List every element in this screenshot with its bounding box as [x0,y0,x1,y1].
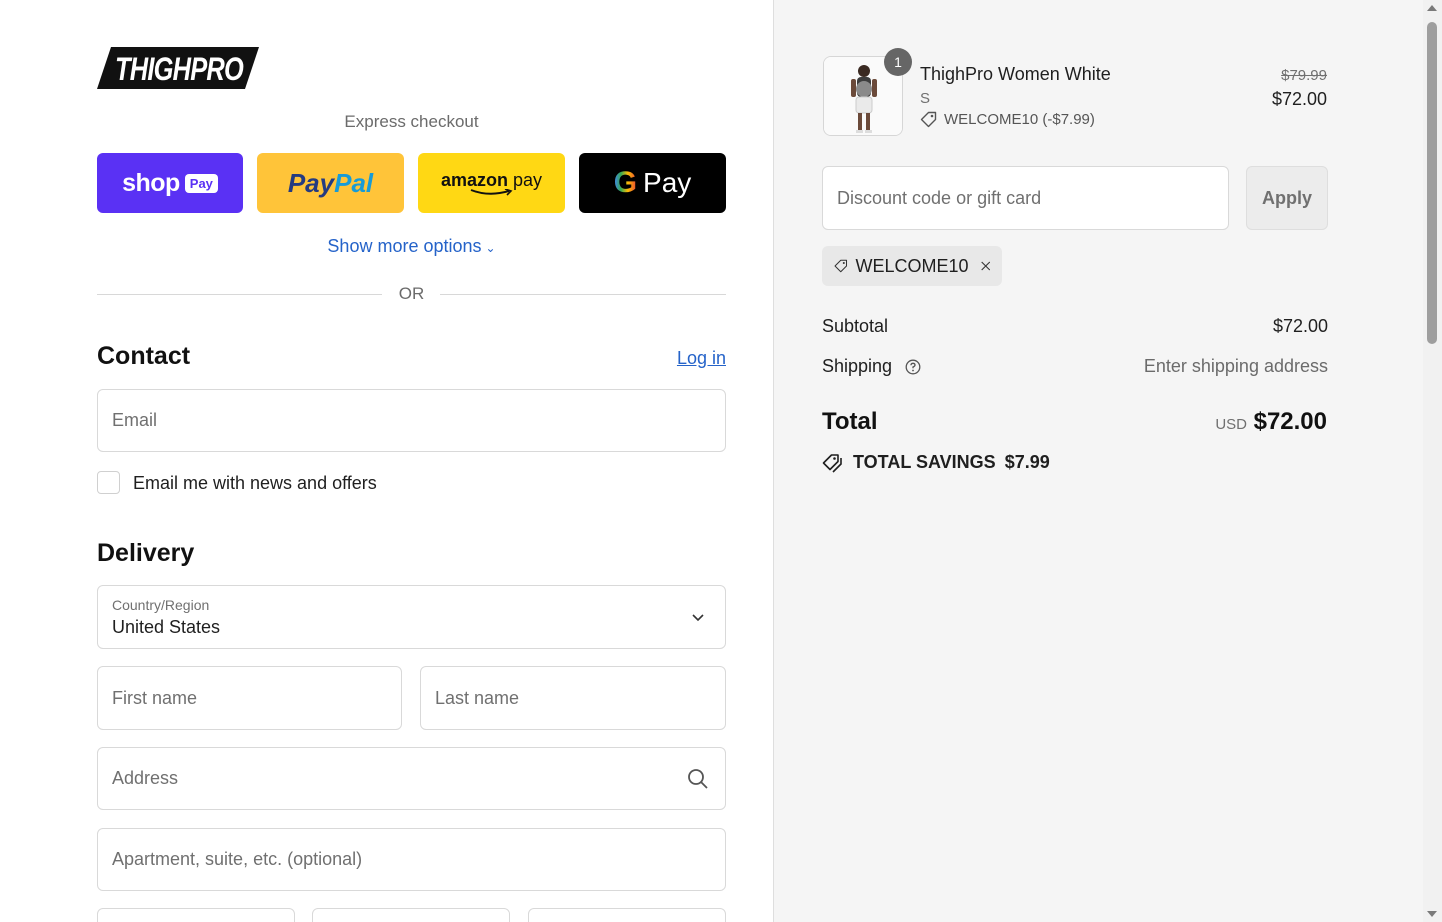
country-select[interactable]: Country/Region United States [97,585,726,649]
subtotal-row: Subtotal $72.00 [822,316,1328,337]
google-pay-button[interactable]: G Pay [579,153,726,213]
original-price: $79.99 [1281,67,1327,84]
express-checkout-label: Express checkout [344,112,479,131]
divider-line [440,294,726,295]
paypal-wordmark: PayPal [287,167,374,198]
svg-text:THIGHPRO: THIGHPRO [115,51,244,87]
total-value: $72.00 [1253,408,1327,435]
applied-discount-chip: WELCOME10 [822,246,1002,286]
email-input[interactable] [98,390,725,451]
email-field[interactable] [97,389,726,452]
page-scrollbar[interactable] [1423,0,1442,922]
discounted-price: $72.00 [1271,89,1327,109]
scroll-up-arrow-icon[interactable] [1427,5,1437,11]
tags-icon [822,453,842,473]
show-more-options-link[interactable]: Show more options ⌄ [97,236,726,257]
tag-icon [834,259,848,273]
total-currency: USD [1215,416,1247,433]
product-discount: WELCOME10 (-$7.99) [920,111,1095,128]
newsletter-label[interactable]: Email me with news and offers [133,473,377,494]
apply-button[interactable]: Apply [1246,166,1328,230]
state-field[interactable] [312,908,510,922]
order-summary-panel: 1 ThighPro Women White S WELCOME10 (-$7.… [773,0,1423,922]
brand-logo[interactable]: THIGHPRO [97,47,259,89]
first-name-field[interactable] [97,666,402,730]
scrollbar-thumb[interactable] [1427,22,1437,344]
product-variant: S [920,90,931,107]
close-icon[interactable] [980,259,990,273]
search-icon[interactable] [687,768,709,790]
google-g-icon: G [613,166,638,199]
contact-heading: Contact [97,342,191,370]
discount-code-field[interactable] [822,166,1229,230]
shipping-value: Enter shipping address [1143,356,1328,376]
address-field[interactable] [97,747,726,810]
total-savings: TOTAL SAVINGS $7.99 [822,452,1050,473]
paypal-button[interactable]: PayPal [257,153,404,213]
country-label: Country/Region [112,597,210,613]
quantity-badge: 1 [884,48,912,76]
help-icon[interactable] [905,359,921,375]
google-pay-wordmark: G Pay [613,166,692,199]
country-value: United States [112,617,221,637]
applied-code: WELCOME10 [855,255,969,276]
product-name: ThighPro Women White [920,64,1111,84]
total-label: Total [822,408,878,435]
shop-pay-button[interactable]: shop Pay [97,153,243,213]
subtotal-value: $72.00 [1272,316,1328,336]
zip-field[interactable] [528,908,726,922]
scroll-down-arrow-icon[interactable] [1427,911,1437,917]
city-field[interactable] [97,908,295,922]
shop-pay-wordmark: shop [122,168,180,197]
savings-label: TOTAL SAVINGS [853,452,996,472]
last-name-input[interactable] [421,667,725,729]
chevron-down-icon: ⌄ [485,241,496,255]
or-divider: OR [97,284,726,306]
amazon-pay-wordmark: amazon pay [441,171,542,196]
checkout-form-panel: THIGHPRO Express checkout shop Pay PayPa… [0,0,773,922]
apartment-input[interactable] [98,829,725,890]
delivery-heading: Delivery [97,539,195,567]
first-name-input[interactable] [98,667,401,729]
shipping-label: Shipping [822,356,893,376]
shipping-row: Shipping Enter shipping address [822,356,1328,377]
newsletter-checkbox[interactable] [97,471,120,494]
apartment-field[interactable] [97,828,726,891]
log-in-link[interactable]: Log in [677,348,726,369]
subtotal-label: Subtotal [822,316,889,336]
discount-code-input[interactable] [823,167,1228,229]
chevron-down-icon [692,614,704,622]
savings-value: $7.99 [1004,452,1050,472]
last-name-field[interactable] [420,666,726,730]
amazon-pay-button[interactable]: amazon pay [418,153,565,213]
tag-icon [920,111,937,128]
address-input[interactable] [98,748,725,809]
shop-pay-pill: Pay [184,173,218,193]
